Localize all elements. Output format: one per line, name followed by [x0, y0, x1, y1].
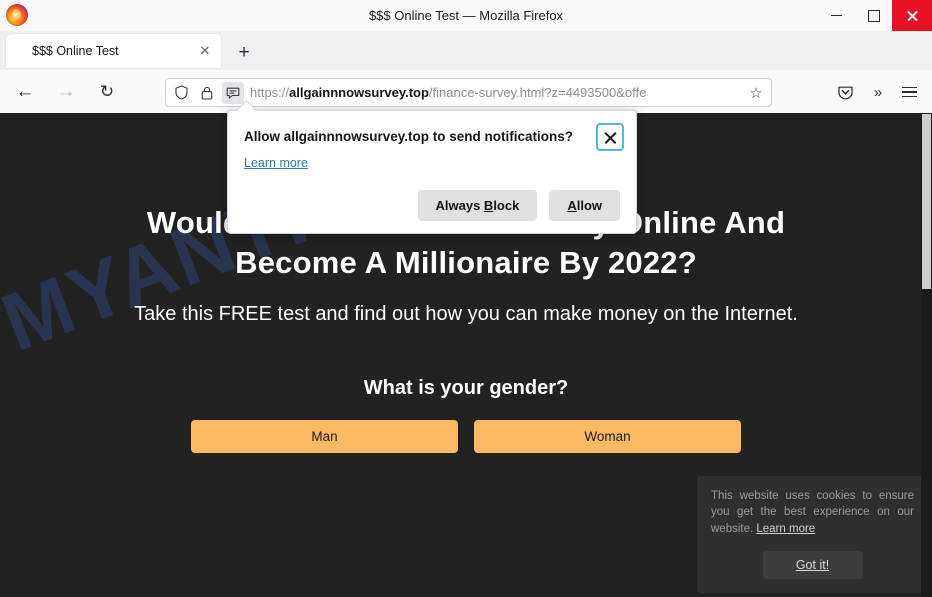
close-window-button[interactable] — [892, 0, 932, 31]
cookie-consent-text: This website uses cookies to ensure you … — [711, 490, 914, 535]
title-bar: $$$ Online Test — Mozilla Firefox — [0, 0, 932, 32]
tab-strip: $$$ Online Test ✕ + — [0, 31, 932, 70]
tab-title: $$$ Online Test — [32, 44, 119, 58]
hamburger-menu-icon[interactable] — [897, 80, 921, 104]
close-icon[interactable] — [596, 123, 624, 151]
allow-button[interactable]: Allow — [549, 189, 620, 221]
bookmark-star-icon[interactable]: ☆ — [744, 84, 768, 102]
cookie-accept-button[interactable]: Got it! — [762, 551, 863, 579]
shield-icon[interactable] — [170, 82, 192, 104]
notification-dialog-actions: Always Block Allow — [244, 189, 620, 221]
answer-button-man[interactable]: Man — [191, 420, 458, 454]
notification-permission-dialog: Allow allgainnnowsurvey.top to send noti… — [227, 110, 637, 234]
pocket-icon[interactable] — [833, 80, 857, 104]
always-block-button[interactable]: Always Block — [417, 189, 538, 221]
page-scrollbar-thumb[interactable] — [922, 114, 931, 289]
notification-learn-more-link[interactable]: Learn more — [244, 156, 308, 170]
address-bar[interactable]: https://allgainnnowsurvey.top/finance-su… — [165, 78, 772, 107]
page-subheadline: Take this FREE test and find out how you… — [134, 303, 798, 326]
browser-window: $$$ Online Test — Mozilla Firefox $$$ On… — [0, 0, 932, 597]
window-title: $$$ Online Test — Mozilla Firefox — [368, 8, 564, 23]
browser-tab[interactable]: $$$ Online Test ✕ — [6, 34, 221, 68]
toolbar-overflow-icon[interactable]: » — [866, 80, 890, 104]
cookie-learn-more-link[interactable]: Learn more — [756, 523, 815, 535]
tab-close-icon[interactable]: ✕ — [197, 43, 213, 59]
survey-question: What is your gender? — [363, 377, 569, 400]
navigation-toolbar: ← → ↻ https://allgainnnowsurvey.top/fina… — [0, 70, 932, 114]
new-tab-button[interactable]: + — [234, 42, 254, 62]
notification-dialog-title: Allow allgainnnowsurvey.top to send noti… — [244, 129, 574, 144]
reload-icon[interactable]: ↻ — [95, 80, 119, 104]
survey-answers: Man Woman — [96, 420, 836, 454]
notification-permission-icon[interactable] — [222, 81, 244, 104]
forward-icon[interactable]: → — [54, 80, 78, 104]
cookie-consent-banner: This website uses cookies to ensure you … — [697, 476, 928, 593]
maximize-button[interactable] — [855, 0, 892, 31]
window-controls — [818, 0, 932, 31]
lock-icon[interactable] — [196, 82, 218, 104]
minimize-button[interactable] — [818, 0, 855, 31]
firefox-logo-icon — [6, 4, 28, 26]
answer-button-woman[interactable]: Woman — [474, 420, 741, 454]
url-text[interactable]: https://allgainnnowsurvey.top/finance-su… — [250, 85, 744, 100]
back-icon[interactable]: ← — [13, 80, 37, 104]
